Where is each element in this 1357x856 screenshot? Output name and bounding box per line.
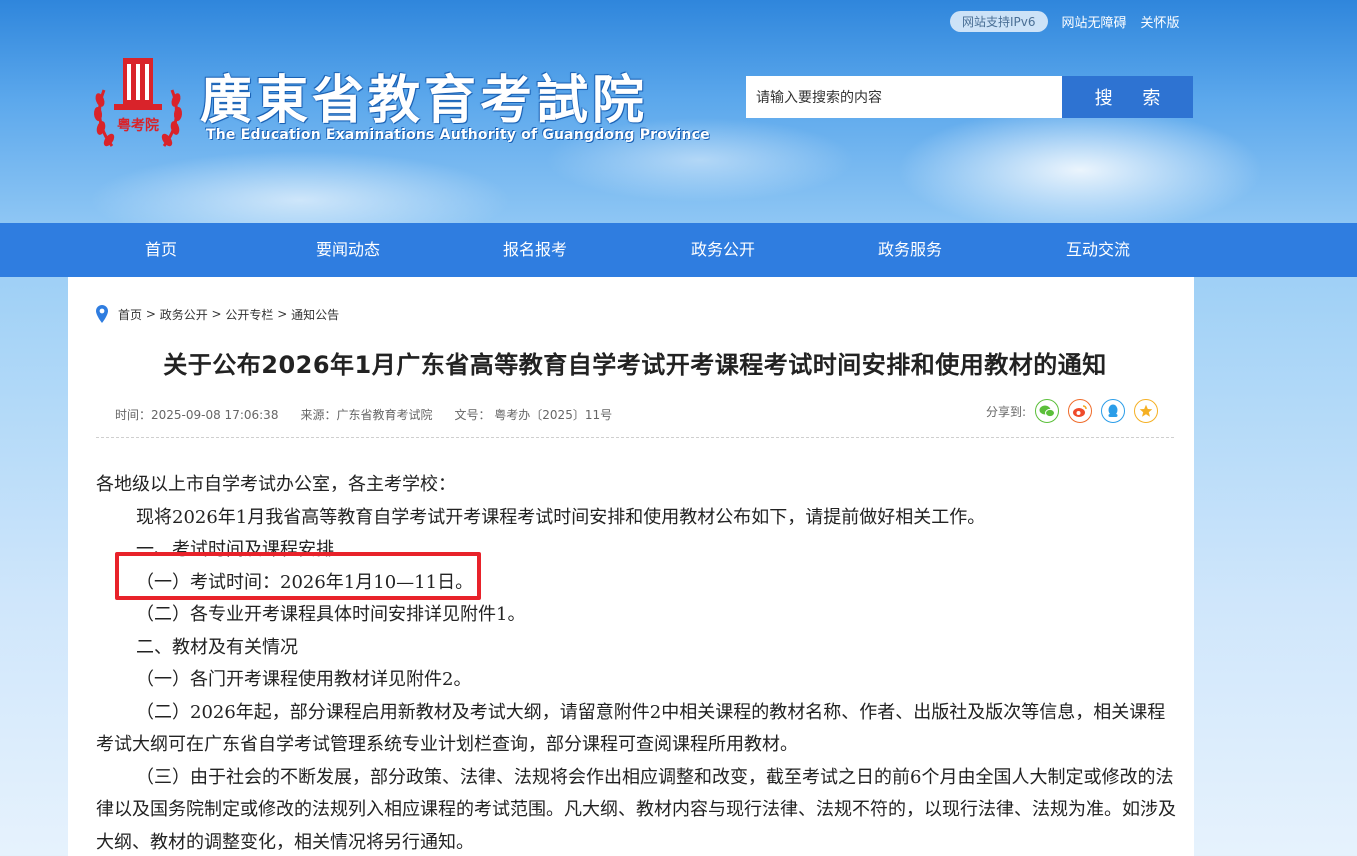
article-paragraph: （二）2026年起，部分课程启用新教材及考试大纲，请留意附件2中相关课程的教材名… bbox=[96, 701, 1166, 756]
nav-item-government-affairs[interactable]: 政务公开 bbox=[691, 223, 755, 277]
weibo-icon[interactable] bbox=[1068, 399, 1093, 423]
site-header: 网站支持IPv6 网站无障碍 关怀版 粤考院 廣東省教育考試院 The Educ… bbox=[0, 0, 1357, 223]
accessibility-link[interactable]: 网站无障碍 bbox=[1062, 12, 1127, 31]
article-paragraph: 现将2026年1月我省高等教育自学考试开考课程考试时间安排和使用教材公布如下，请… bbox=[136, 506, 986, 528]
site-title: 廣東省教育考試院 bbox=[200, 70, 649, 131]
article-source: 来源：广东省教育考试院 bbox=[300, 408, 433, 422]
qzone-icon[interactable] bbox=[1134, 399, 1159, 423]
publish-time: 时间：2025-09-08 17:06:38 bbox=[115, 408, 279, 422]
meta-divider bbox=[96, 437, 1174, 438]
share-bar: 分享到: bbox=[986, 399, 1159, 423]
nav-item-news[interactable]: 要闻动态 bbox=[316, 223, 380, 277]
share-label: 分享到: bbox=[986, 404, 1027, 419]
nav-item-home[interactable]: 首页 bbox=[145, 223, 177, 277]
nav-item-interaction[interactable]: 互动交流 bbox=[1066, 223, 1130, 277]
breadcrumb: 首页 > 政务公开 > 公开专栏 > 通知公告 bbox=[96, 305, 339, 323]
care-version-link[interactable]: 关怀版 bbox=[1141, 12, 1180, 31]
search-input[interactable] bbox=[746, 76, 1062, 118]
article-meta: 时间：2025-09-08 17:06:38 来源：广东省教育考试院 文号： 粤… bbox=[115, 406, 612, 423]
article-paragraph: （二）各专业开考课程具体时间安排详见附件1。 bbox=[136, 604, 526, 625]
ipv6-badge: 网站支持IPv6 bbox=[950, 11, 1048, 32]
article-paragraph: 各地级以上市自学考试办公室，各主考学校： bbox=[96, 474, 456, 495]
breadcrumb-separator: > bbox=[273, 307, 292, 321]
article-paragraph: （三）由于社会的不断发展，部分政策、法律、法规将会作出相应调整和改变，截至考试之… bbox=[96, 766, 1176, 853]
article-paragraph: 二、教材及有关情况 bbox=[136, 636, 298, 658]
article-body: 各地级以上市自学考试办公室，各主考学校： 现将2026年1月我省高等教育自学考试… bbox=[96, 469, 1176, 856]
breadcrumb-home[interactable]: 首页 bbox=[118, 306, 142, 323]
breadcrumb-separator: > bbox=[207, 307, 226, 321]
location-pin-icon bbox=[96, 305, 108, 323]
wechat-icon[interactable] bbox=[1035, 399, 1060, 423]
emblem-text: 粤考院 bbox=[117, 117, 159, 134]
document-number: 文号： 粤考办〔2025〕11号 bbox=[454, 408, 613, 422]
breadcrumb-government-affairs[interactable]: 政务公开 bbox=[160, 306, 208, 323]
search-button[interactable]: 搜 索 bbox=[1062, 76, 1193, 118]
nav-item-government-services[interactable]: 政务服务 bbox=[878, 223, 942, 277]
breadcrumb-separator: > bbox=[142, 307, 160, 321]
highlight-box bbox=[115, 552, 481, 600]
article-title: 关于公布2026年1月广东省高等教育自学考试开考课程考试时间安排和使用教材的通知 bbox=[163, 351, 1107, 379]
qq-icon[interactable] bbox=[1101, 399, 1126, 423]
article-paragraph: （一）各门开考课程使用教材详见附件2。 bbox=[136, 669, 472, 690]
breadcrumb-notices[interactable]: 通知公告 bbox=[291, 306, 339, 323]
site-subtitle: The Education Examinations Authority of … bbox=[206, 127, 710, 143]
breadcrumb-public-column[interactable]: 公开专栏 bbox=[225, 306, 273, 323]
main-nav: 首页 要闻动态 报名报考 政务公开 政务服务 互动交流 bbox=[0, 223, 1357, 277]
top-links: 网站支持IPv6 网站无障碍 关怀版 bbox=[950, 11, 1180, 32]
site-emblem-icon[interactable]: 粤考院 bbox=[90, 50, 186, 156]
nav-item-registration[interactable]: 报名报考 bbox=[503, 223, 567, 277]
